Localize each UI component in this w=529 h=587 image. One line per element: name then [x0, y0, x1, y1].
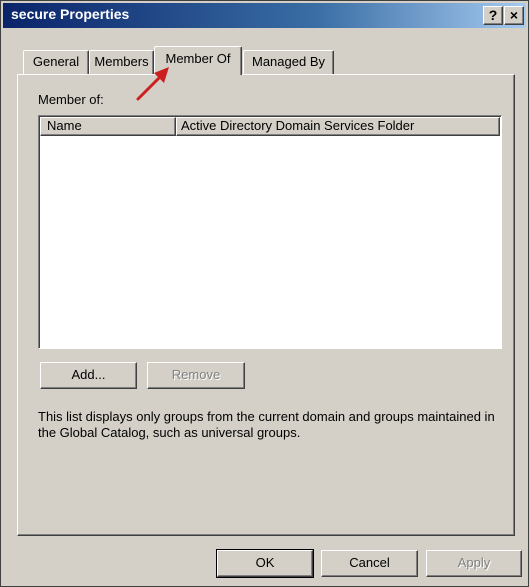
column-header-folder-label: Active Directory Domain Services Folder: [181, 118, 415, 133]
close-icon: ×: [509, 7, 519, 23]
remove-button-label: Remove: [171, 367, 221, 382]
help-button[interactable]: ?: [483, 6, 503, 25]
properties-dialog: secure Properties ? × General Members Me…: [0, 0, 529, 587]
close-button[interactable]: ×: [504, 6, 524, 25]
ok-button-label: OK: [255, 555, 275, 570]
tab-general[interactable]: General: [23, 50, 89, 74]
add-button[interactable]: Add...: [40, 362, 137, 389]
column-header-name[interactable]: Name: [40, 117, 176, 136]
tab-managed-by[interactable]: Managed By: [243, 50, 334, 74]
apply-button-label: Apply: [457, 555, 491, 570]
annotation-arrow-icon: [136, 67, 169, 101]
cancel-button[interactable]: Cancel: [321, 550, 418, 577]
column-header-name-label: Name: [47, 118, 82, 133]
tab-managed-by-label: Managed By: [252, 54, 325, 69]
title-bar[interactable]: secure Properties ? ×: [3, 3, 526, 28]
help-icon: ?: [488, 7, 498, 23]
ok-button[interactable]: OK: [216, 549, 314, 578]
apply-button[interactable]: Apply: [426, 550, 522, 577]
window-title: secure Properties: [11, 6, 130, 22]
member-of-list[interactable]: Name Active Directory Domain Services Fo…: [38, 115, 502, 349]
tab-general-label: General: [32, 54, 80, 69]
tab-member-of-label: Member Of: [165, 51, 231, 66]
column-header-folder[interactable]: Active Directory Domain Services Folder: [176, 117, 500, 136]
cancel-button-label: Cancel: [349, 555, 390, 570]
member-of-label: Member of:: [38, 92, 104, 107]
remove-button[interactable]: Remove: [147, 362, 245, 389]
groups-note: This list displays only groups from the …: [38, 409, 495, 440]
add-button-label: Add...: [71, 367, 106, 382]
